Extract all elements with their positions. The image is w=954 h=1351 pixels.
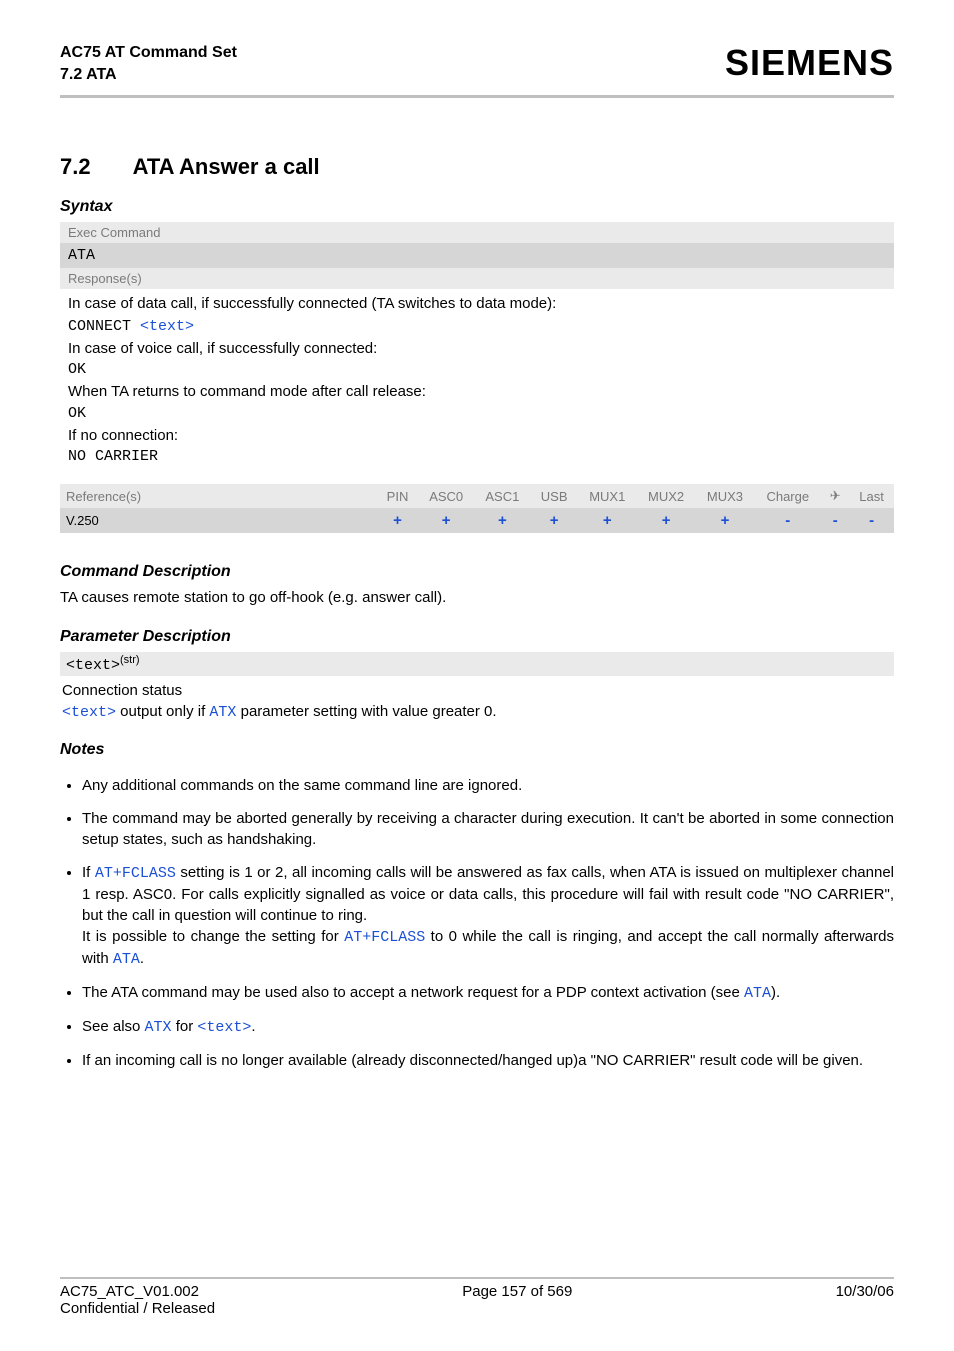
footer-divider <box>60 1277 894 1279</box>
page-footer: AC75_ATC_V01.002 Page 157 of 569 10/30/0… <box>60 1277 894 1317</box>
text-param-link[interactable]: <text> <box>140 318 194 335</box>
refrow-val: + <box>498 512 507 529</box>
reference-table-row: V.250 + + + + + + + - - - <box>60 508 894 533</box>
note-item: The command may be aborted generally by … <box>82 808 894 850</box>
footer-center: Page 157 of 569 <box>462 1283 572 1300</box>
refrow-label: V.250 <box>66 513 99 528</box>
response-line: In case of voice call, if successfully c… <box>68 338 886 360</box>
note-text: The ATA command may be used also to acce… <box>82 984 744 1001</box>
product-name: AC75 AT Command Set <box>60 42 237 64</box>
exec-command-value: ATA <box>60 243 894 268</box>
refrow-val: + <box>550 512 559 529</box>
atfclass-link[interactable]: AT+FCLASS <box>95 865 176 882</box>
param-desc-line: <text> output only if ATX parameter sett… <box>62 703 892 721</box>
refrow-val: + <box>603 512 612 529</box>
section-title: 7.2 ATA Answer a call <box>60 154 894 180</box>
response-connect: CONNECT <text> <box>68 315 886 338</box>
airplane-icon: ✈ <box>830 488 841 503</box>
response-line: In case of data call, if successfully co… <box>68 293 886 315</box>
text-param-link[interactable]: <text> <box>62 704 116 721</box>
section-ref: 7.2 ATA <box>60 64 237 86</box>
brand-logo: SIEMENS <box>725 42 894 84</box>
note-item: If an incoming call is no longer availab… <box>82 1050 894 1071</box>
connection-status-label: Connection status <box>62 682 892 699</box>
section-number: 7.2 <box>60 154 91 180</box>
refhead-col: ASC1 <box>485 489 519 504</box>
header-divider <box>60 95 894 98</box>
param-name: <text> <box>66 657 120 674</box>
ata-link[interactable]: ATA <box>113 951 140 968</box>
refrow-val: + <box>393 512 402 529</box>
refhead-col: ASC0 <box>429 489 463 504</box>
note-text: ). <box>771 984 780 1001</box>
note-item: See also ATX for <text>. <box>82 1016 894 1038</box>
reference-table: Reference(s) PIN ASC0 ASC1 USB MUX1 MUX2… <box>60 484 894 533</box>
notes-section: Any additional commands on the same comm… <box>60 775 894 1071</box>
parameter-description-heading: Parameter Description <box>60 628 894 646</box>
refhead-col: MUX1 <box>589 489 625 504</box>
response-ok: OK <box>68 403 886 425</box>
parameter-details: Connection status <text> output only if … <box>60 682 894 721</box>
note-text: If <box>82 864 95 881</box>
note-text: setting is 1 or 2, all incoming calls wi… <box>82 864 894 924</box>
note-text: for <box>172 1018 198 1035</box>
section-name: ATA Answer a call <box>133 154 320 180</box>
command-description-text: TA causes remote station to go off-hook … <box>60 589 894 606</box>
response-body: In case of data call, if successfully co… <box>60 289 894 474</box>
param-desc-tail: parameter setting with value greater 0. <box>236 703 496 720</box>
param-desc-mid: output only if <box>116 703 209 720</box>
refhead-col: PIN <box>387 489 409 504</box>
refrow-val: + <box>442 512 451 529</box>
response-line: If no connection: <box>68 425 886 447</box>
refrow-val: - <box>833 512 838 529</box>
parameter-box: <text>(str) <box>60 652 894 676</box>
atfclass-link[interactable]: AT+FCLASS <box>344 929 425 946</box>
note-text: It is possible to change the setting for <box>82 928 344 945</box>
note-text: . <box>140 950 144 967</box>
response-label: Response(s) <box>60 268 894 289</box>
atx-link[interactable]: ATX <box>209 704 236 721</box>
page-header: AC75 AT Command Set 7.2 ATA SIEMENS <box>60 42 894 85</box>
refhead-col: MUX2 <box>648 489 684 504</box>
note-text: See also <box>82 1018 145 1035</box>
syntax-block: Exec Command ATA Response(s) In case of … <box>60 222 894 474</box>
response-nocarrier: NO CARRIER <box>68 446 886 468</box>
footer-right: 10/30/06 <box>836 1283 894 1300</box>
footer-left: AC75_ATC_V01.002 <box>60 1283 199 1300</box>
refrow-val: - <box>869 512 874 529</box>
param-type: (str) <box>120 654 140 666</box>
command-description-heading: Command Description <box>60 563 894 581</box>
footer-confidential: Confidential / Released <box>60 1300 894 1317</box>
text-param-link[interactable]: <text> <box>197 1019 251 1036</box>
connect-prefix: CONNECT <box>68 318 140 335</box>
refrow-val: - <box>785 512 790 529</box>
note-text: . <box>251 1018 255 1035</box>
exec-command-label: Exec Command <box>60 222 894 243</box>
refrow-val: + <box>662 512 671 529</box>
notes-heading: Notes <box>60 741 894 759</box>
refhead-col: Reference(s) <box>66 489 141 504</box>
refhead-col: Last <box>859 489 884 504</box>
response-line: When TA returns to command mode after ca… <box>68 381 886 403</box>
note-item: If AT+FCLASS setting is 1 or 2, all inco… <box>82 862 894 970</box>
refhead-col: Charge <box>766 489 809 504</box>
note-item: Any additional commands on the same comm… <box>82 775 894 796</box>
header-left: AC75 AT Command Set 7.2 ATA <box>60 42 237 85</box>
refhead-col: MUX3 <box>707 489 743 504</box>
response-ok: OK <box>68 359 886 381</box>
footer-row: AC75_ATC_V01.002 Page 157 of 569 10/30/0… <box>60 1283 894 1300</box>
command-description-section: Command Description TA causes remote sta… <box>60 563 894 606</box>
ata-link[interactable]: ATA <box>744 985 771 1002</box>
refhead-col: USB <box>541 489 568 504</box>
syntax-heading: Syntax <box>60 198 894 216</box>
atx-link[interactable]: ATX <box>145 1019 172 1036</box>
refrow-val: + <box>721 512 730 529</box>
reference-table-head: Reference(s) PIN ASC0 ASC1 USB MUX1 MUX2… <box>60 484 894 508</box>
note-item: The ATA command may be used also to acce… <box>82 982 894 1004</box>
